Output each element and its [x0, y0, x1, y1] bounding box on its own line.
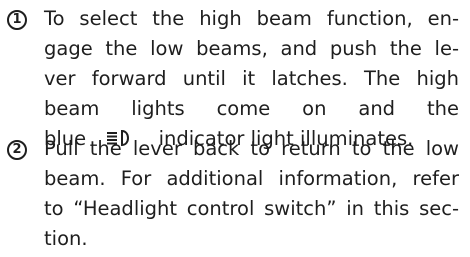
- step-2-line-1: Pull the lever back to return to the low: [44, 137, 459, 160]
- step-2-line-2: beam. For additional information, refer: [44, 167, 459, 190]
- step-1-line-3: ver forward until it latches. The high: [44, 67, 459, 90]
- step-number-badge: 2: [7, 140, 27, 160]
- step-1-line-1: To select the high beam function, en-: [44, 7, 459, 30]
- step-1-line-4: beam lights come on and the: [44, 97, 459, 120]
- step-1-line-2: gage the low beams, and push the le-: [44, 37, 459, 60]
- step-2-line-3: to “Headlight control switch” in this se…: [44, 197, 459, 220]
- step-number-badge: 1: [7, 10, 27, 30]
- step-2-line-4: tion.: [44, 227, 88, 250]
